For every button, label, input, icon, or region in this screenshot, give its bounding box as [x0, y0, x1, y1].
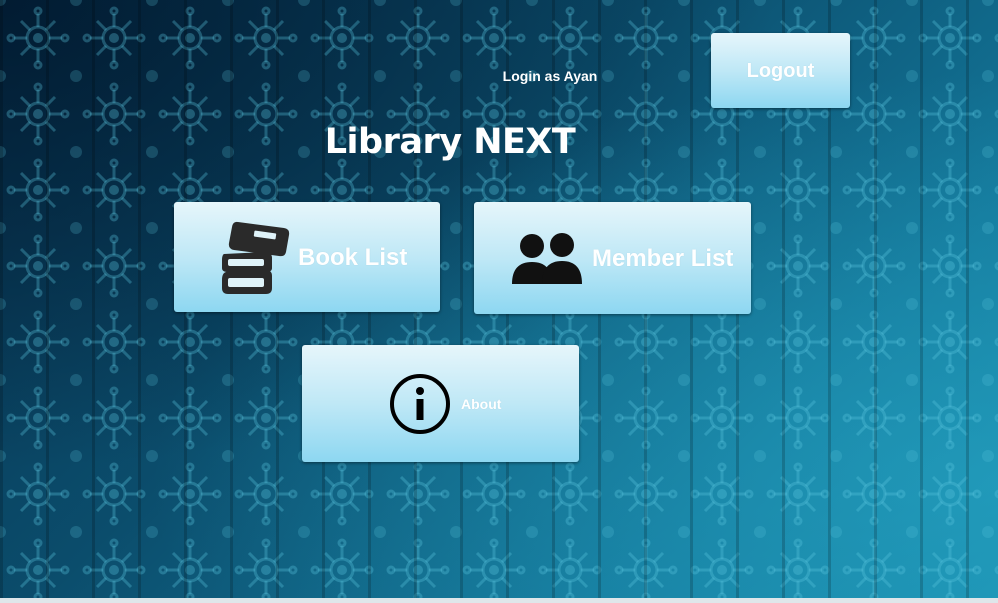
member-list-label: Member List	[592, 245, 734, 272]
login-status-label: Login as Ayan	[502, 68, 598, 84]
logout-label: Logout	[746, 60, 815, 82]
info-icon	[389, 373, 451, 439]
books-icon	[220, 218, 294, 300]
logout-button[interactable]: Logout	[711, 33, 850, 108]
app-title: Library NEXT	[324, 122, 576, 162]
bottom-strip	[0, 598, 998, 603]
member-list-button[interactable]: Member List	[474, 202, 751, 314]
about-label: About	[461, 396, 502, 412]
book-list-button[interactable]: Book List	[174, 202, 440, 312]
book-list-label: Book List	[298, 244, 408, 271]
about-button[interactable]: About	[302, 345, 579, 462]
users-icon	[510, 232, 586, 290]
